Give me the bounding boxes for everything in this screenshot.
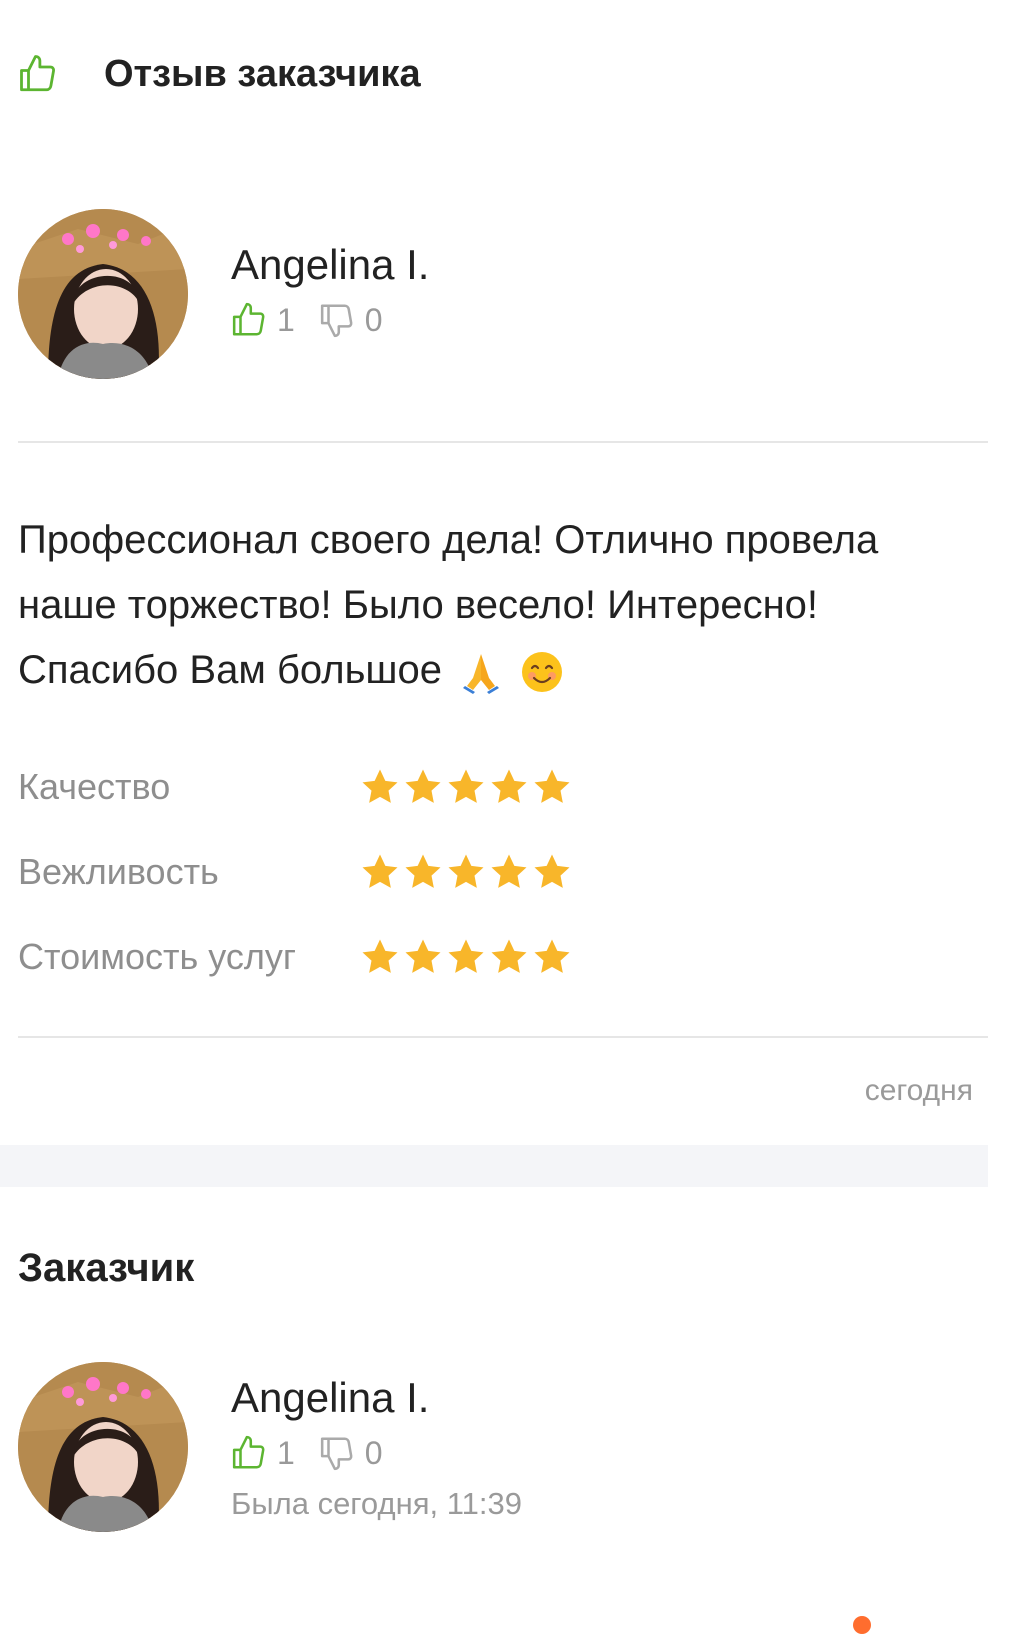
star-icon xyxy=(362,854,398,888)
star-icon xyxy=(534,769,570,803)
last-seen-status: Была сегодня, 11:39 xyxy=(231,1486,522,1521)
rating-row-politeness: Вежливость xyxy=(18,829,575,914)
rating-row-quality: Качество xyxy=(18,744,575,829)
star-icon xyxy=(448,854,484,888)
thumbs-down-icon xyxy=(320,304,353,338)
star-icon xyxy=(405,939,441,973)
star-icon xyxy=(405,854,441,888)
page-header: Отзыв заказчика xyxy=(18,48,421,100)
divider xyxy=(18,441,988,443)
star-rating xyxy=(360,852,575,892)
star-icon xyxy=(491,854,527,888)
thumbs-down-icon xyxy=(320,1437,353,1471)
notification-dot xyxy=(853,1616,871,1634)
thumbs-up-icon xyxy=(20,55,55,92)
thumbs-up-icon xyxy=(232,1435,265,1469)
customer-section-title: Заказчик xyxy=(18,1246,195,1290)
star-icon xyxy=(448,769,484,803)
customer-votes: 1 0 xyxy=(231,1434,522,1472)
avatar[interactable] xyxy=(18,1362,188,1532)
dislikes-count: 0 xyxy=(364,301,383,338)
star-rating xyxy=(360,937,575,977)
customer-card[interactable]: Angelina I. 1 0 Была сегодня, 11:39 xyxy=(18,1362,522,1532)
likes-count: 1 xyxy=(277,301,295,338)
avatar[interactable] xyxy=(18,209,188,379)
author-name[interactable]: Angelina I. xyxy=(231,239,429,291)
review-text: Профессионал своего дела! Отлично провел… xyxy=(18,508,998,703)
star-icon xyxy=(491,769,527,803)
likes-count: 1 xyxy=(277,1434,295,1471)
rating-row-price: Стоимость услуг xyxy=(18,914,575,999)
section-separator xyxy=(0,1145,988,1187)
star-icon xyxy=(491,939,527,973)
divider xyxy=(18,1036,988,1038)
customer-name[interactable]: Angelina I. xyxy=(231,1372,522,1424)
author-votes: 1 0 xyxy=(231,301,429,339)
page-title: Отзыв заказчика xyxy=(104,52,421,95)
star-icon xyxy=(534,854,570,888)
dislikes-count: 0 xyxy=(364,1434,383,1471)
star-rating xyxy=(360,767,575,807)
ratings: Качество Вежливость Стоимость услуг xyxy=(18,744,575,999)
star-icon xyxy=(362,769,398,803)
star-icon xyxy=(448,939,484,973)
review-date: сегодня xyxy=(864,1074,973,1107)
star-icon xyxy=(362,939,398,973)
smiling-face-emoji xyxy=(522,652,563,693)
star-icon xyxy=(405,769,441,803)
review-author[interactable]: Angelina I. 1 0 xyxy=(18,209,429,379)
thumbs-up-icon xyxy=(232,302,265,336)
folded-hands-emoji xyxy=(463,654,500,695)
star-icon xyxy=(534,939,570,973)
